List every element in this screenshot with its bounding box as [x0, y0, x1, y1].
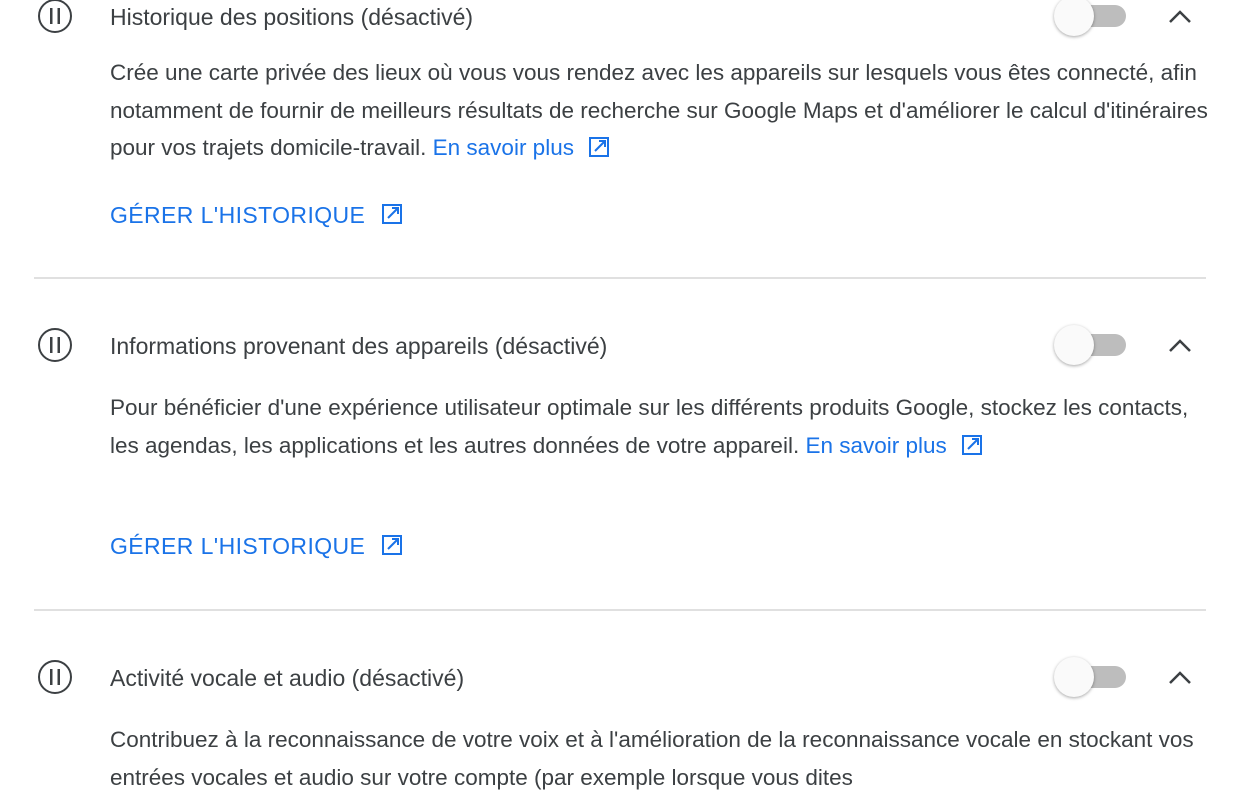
- toggle-thumb: [1054, 657, 1094, 697]
- manage-history-link[interactable]: GÉRER L'HISTORIQUE: [110, 533, 403, 560]
- description-text: Pour bénéficier d'une expérience utilisa…: [110, 395, 1189, 458]
- chevron-up-icon[interactable]: [1160, 0, 1200, 34]
- toggle-thumb: [1054, 325, 1094, 365]
- open-in-new-icon: [588, 137, 609, 157]
- manage-history-label: GÉRER L'HISTORIQUE: [110, 533, 366, 559]
- device-information-toggle[interactable]: [1052, 325, 1130, 365]
- section-divider: [34, 277, 1206, 279]
- location-history-toggle[interactable]: [1052, 0, 1130, 36]
- section-header: Informations provenant des appareils (dé…: [0, 325, 1240, 365]
- section-divider: [34, 609, 1206, 611]
- pause-circle-icon: [38, 660, 72, 694]
- section-title: Activité vocale et audio (désactivé): [110, 665, 465, 691]
- section-description: Contribuez à la reconnaissance de votre …: [110, 721, 1210, 796]
- pause-circle-icon: [38, 328, 72, 362]
- learn-more-link[interactable]: En savoir plus: [805, 433, 982, 458]
- open-in-new-icon: [382, 204, 403, 224]
- chevron-up-icon[interactable]: [1160, 659, 1200, 695]
- learn-more-link[interactable]: En savoir plus: [433, 135, 610, 160]
- chevron-up-icon[interactable]: [1160, 327, 1200, 363]
- open-in-new-icon: [961, 434, 982, 455]
- learn-more-label: En savoir plus: [805, 432, 947, 458]
- section-header: Historique des positions (désactivé): [0, 0, 1240, 36]
- description-text: Crée une carte privée des lieux où vous …: [110, 60, 1208, 160]
- manage-history-label: GÉRER L'HISTORIQUE: [110, 202, 366, 228]
- activity-controls-page: Historique des positions (désactivé) Cré…: [0, 0, 1240, 801]
- section-header: Activité vocale et audio (désactivé): [0, 657, 1240, 697]
- section-description: Pour bénéficier d'une expérience utilisa…: [110, 389, 1210, 464]
- pause-circle-icon: [38, 0, 72, 33]
- learn-more-label: En savoir plus: [432, 135, 574, 160]
- description-text: Contribuez à la reconnaissance de votre …: [110, 727, 1194, 790]
- open-in-new-icon: [382, 535, 403, 555]
- section-title: Historique des positions (désactivé): [110, 4, 474, 30]
- section-description: Crée une carte privée des lieux où vous …: [110, 54, 1210, 167]
- manage-history-link[interactable]: GÉRER L'HISTORIQUE: [110, 202, 403, 229]
- toggle-thumb: [1054, 0, 1094, 36]
- section-title: Informations provenant des appareils (dé…: [110, 333, 608, 359]
- voice-audio-toggle[interactable]: [1052, 657, 1130, 697]
